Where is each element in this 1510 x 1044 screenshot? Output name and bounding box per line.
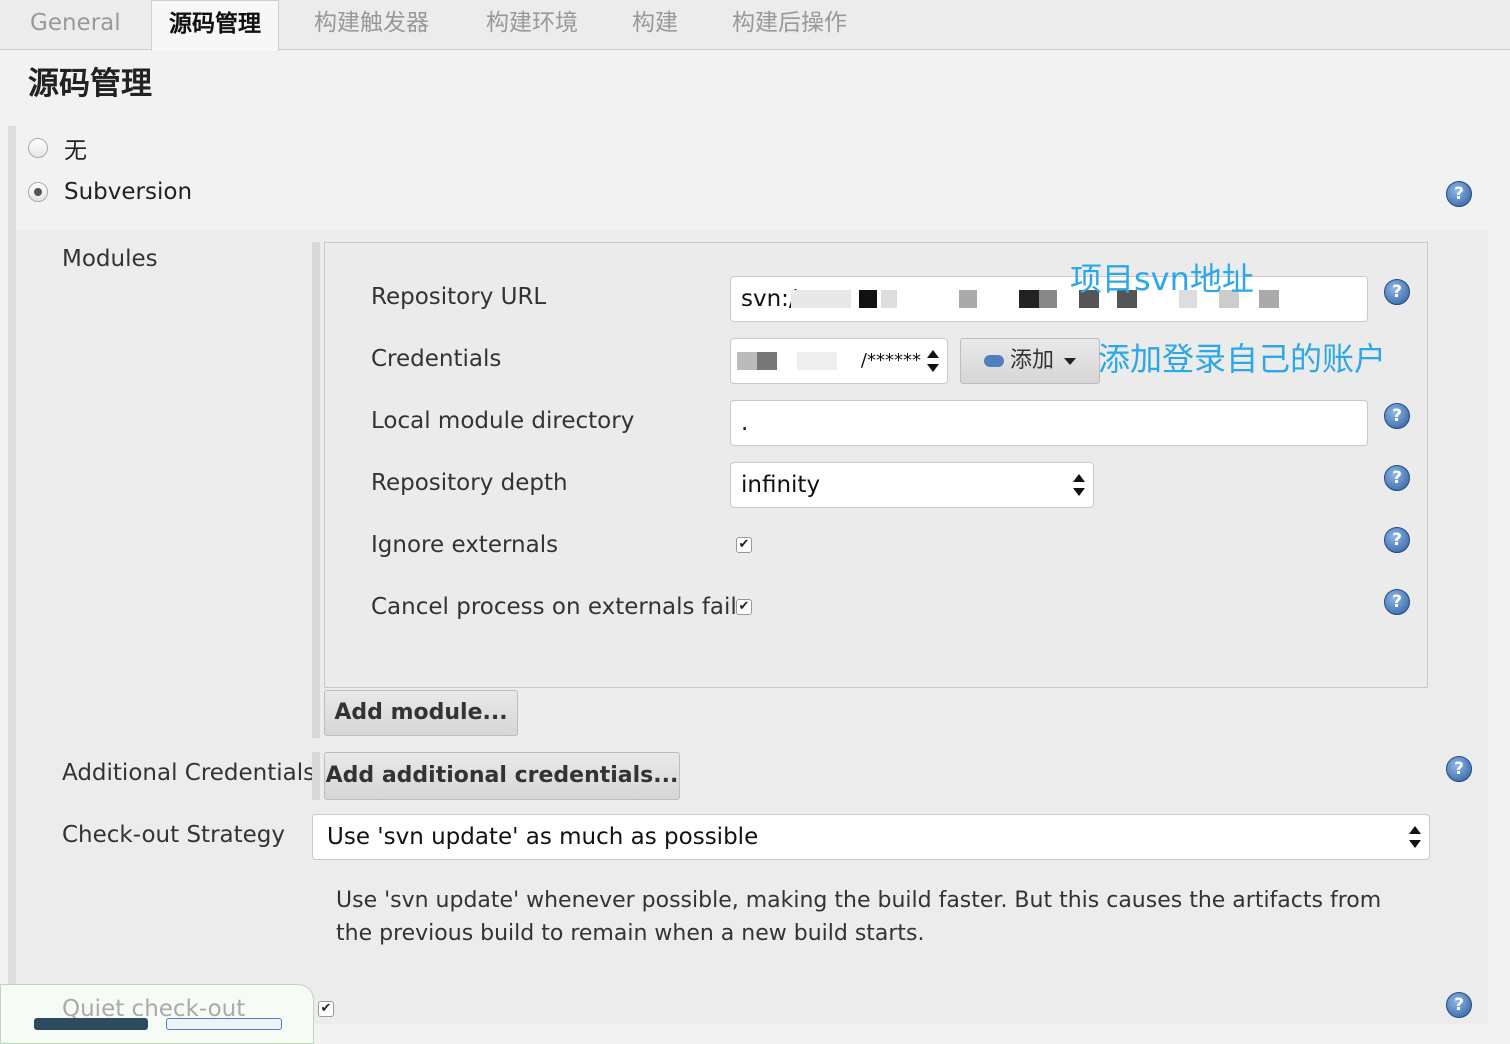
add-credentials-button[interactable]: 添加 [960, 338, 1100, 384]
redacted-block [1259, 290, 1279, 308]
quiet-checkout-checkbox[interactable]: ✔ [318, 1001, 334, 1017]
tab-bar: General 源码管理 构建触发器 构建环境 构建 构建后操作 [0, 0, 1510, 51]
redacted-block [881, 290, 897, 308]
help-icon[interactable]: ? [1446, 181, 1472, 207]
redacted-block [737, 352, 757, 370]
tab-source-management[interactable]: 源码管理 [151, 0, 279, 51]
repository-depth-value: infinity [741, 472, 821, 498]
chevron-down-icon [1064, 357, 1076, 365]
cancel-process-checkbox[interactable]: ✔ [736, 599, 752, 615]
select-arrows-icon [1409, 826, 1421, 848]
checkout-strategy-select[interactable]: Use 'svn update' as much as possible [312, 814, 1430, 860]
add-credentials-label: 添加 [1009, 348, 1054, 373]
checkout-strategy-description: Use 'svn update' whenever possible, maki… [336, 888, 1382, 946]
popup-button-primary[interactable] [34, 1018, 148, 1030]
credentials-label: Credentials [371, 346, 502, 372]
modules-indent-bar [312, 242, 320, 738]
cancel-process-label: Cancel process on externals fail [371, 594, 737, 620]
repository-url-label: Repository URL [371, 284, 547, 310]
left-indent-bar [8, 126, 16, 1026]
help-icon[interactable]: ? [1446, 992, 1472, 1018]
scm-option-subversion[interactable]: Subversion [28, 172, 192, 212]
annotation-add-account: 添加登录自己的账户 [1098, 340, 1387, 378]
help-icon[interactable]: ? [1384, 589, 1410, 615]
radio-subversion-label: Subversion [64, 179, 193, 205]
credentials-value: /****** [860, 350, 921, 371]
section-title: 源码管理 [28, 66, 152, 102]
radio-none[interactable] [28, 138, 48, 158]
repository-depth-select[interactable]: infinity [730, 462, 1094, 508]
scm-option-none[interactable]: 无 [28, 128, 87, 168]
repository-url-input[interactable]: svn:/ [730, 276, 1368, 322]
redacted-block [791, 290, 851, 308]
tab-build-environment[interactable]: 构建环境 [486, 0, 578, 50]
ignore-externals-checkbox[interactable]: ✔ [736, 537, 752, 553]
select-arrows-icon [927, 350, 939, 372]
radio-subversion[interactable] [28, 182, 48, 202]
help-icon[interactable]: ? [1446, 756, 1472, 782]
help-icon[interactable]: ? [1384, 403, 1410, 429]
add-additional-credentials-button[interactable]: Add additional credentials... [324, 752, 680, 800]
help-icon[interactable]: ? [1384, 279, 1410, 305]
credentials-select[interactable]: /****** [730, 338, 948, 384]
add-module-button[interactable]: Add module... [324, 690, 518, 736]
checkout-strategy-label: Check-out Strategy [62, 822, 286, 848]
redacted-block [1039, 290, 1057, 308]
tab-build[interactable]: 构建 [632, 0, 678, 50]
local-module-directory-label: Local module directory [371, 408, 635, 434]
help-icon[interactable]: ? [1384, 527, 1410, 553]
redacted-block [1019, 290, 1039, 308]
repository-url-value: svn:/ [741, 286, 797, 312]
repository-depth-label: Repository depth [371, 470, 568, 496]
checkout-strategy-value: Use 'svn update' as much as possible [327, 824, 759, 850]
tab-build-triggers[interactable]: 构建触发器 [314, 0, 429, 50]
select-arrows-icon [1073, 474, 1085, 496]
key-icon [983, 355, 1004, 367]
redacted-block [797, 352, 837, 370]
redacted-block [859, 290, 877, 308]
popup-button-secondary[interactable] [166, 1018, 282, 1030]
additional-credentials-label: Additional Credentials [62, 760, 316, 786]
radio-none-label: 无 [64, 138, 87, 164]
redacted-block [959, 290, 977, 308]
tab-post-build-actions[interactable]: 构建后操作 [732, 0, 847, 50]
additional-credentials-indent-bar [312, 752, 320, 800]
modules-label: Modules [62, 246, 158, 272]
annotation-svn-address: 项目svn地址 [1070, 260, 1254, 298]
redacted-block [757, 352, 777, 370]
tab-general[interactable]: General [30, 0, 121, 50]
help-icon[interactable]: ? [1384, 465, 1410, 491]
local-module-directory-input[interactable]: . [730, 400, 1368, 446]
ignore-externals-label: Ignore externals [371, 532, 559, 558]
